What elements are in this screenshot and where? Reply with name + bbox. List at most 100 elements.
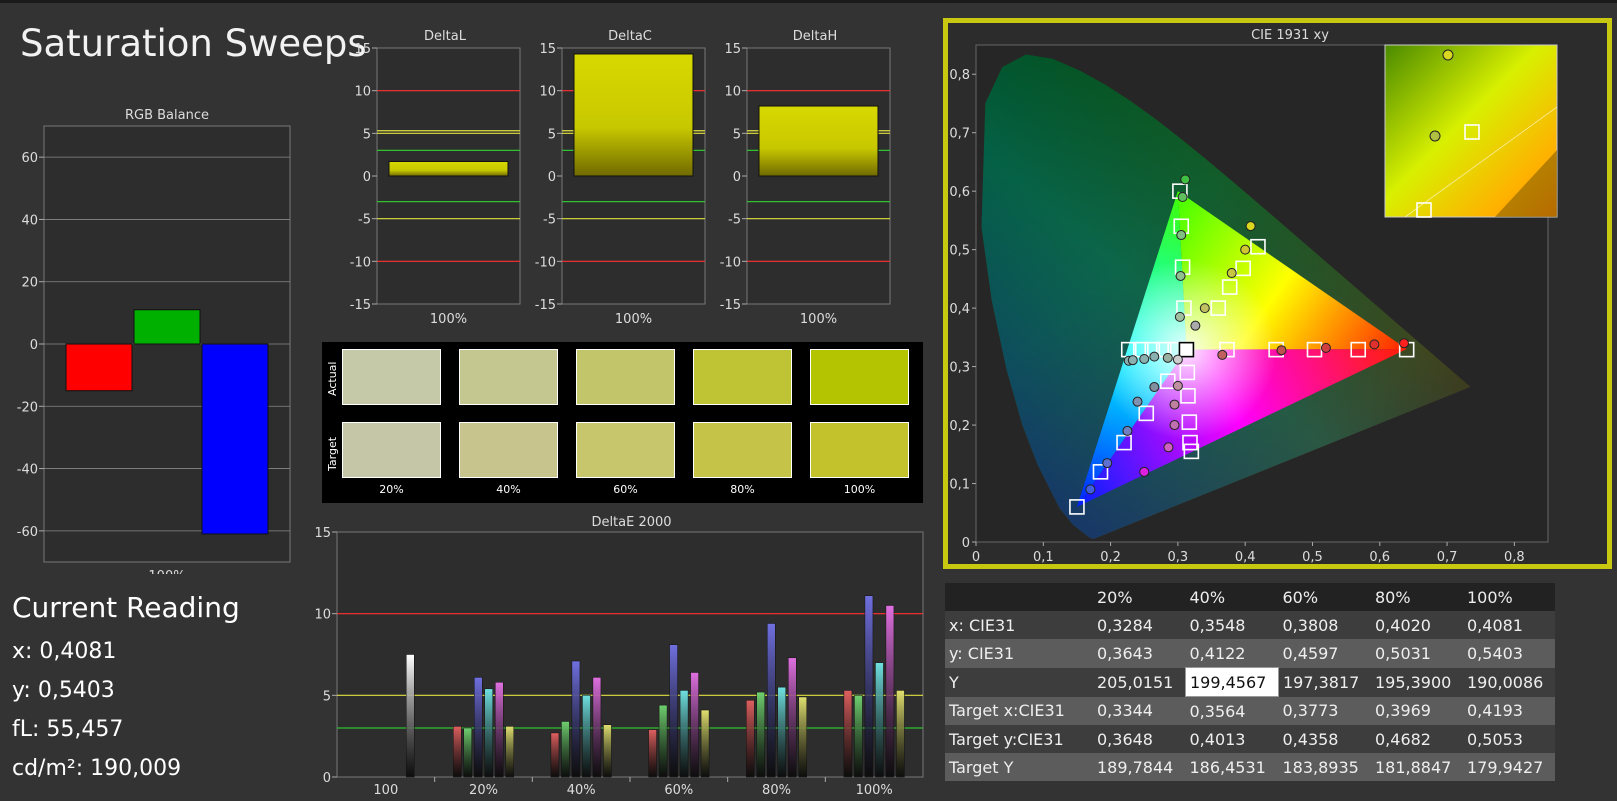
table-row: Target y:CIE31 0,3648 0,4013 0,4358 0,4682 0,… <box>945 725 1555 753</box>
table-cell[interactable]: 0,3773 <box>1278 696 1371 725</box>
rgb-y-tick: 40 <box>21 213 38 228</box>
deltaL-y-tick: 15 <box>354 42 371 57</box>
measured-point <box>1320 342 1331 353</box>
table-cell[interactable]: 0,4081 <box>1463 611 1555 639</box>
table-cell[interactable]: 183,8935 <box>1278 753 1371 781</box>
deltaH-y-tick: -15 <box>720 298 741 313</box>
table-cell[interactable]: 0,3648 <box>1093 725 1186 753</box>
deltaC-x-tick: 100% <box>615 312 652 327</box>
table-cell[interactable]: 0,3808 <box>1278 611 1371 639</box>
measured-point <box>1127 355 1138 366</box>
deltaE-bar-y <box>700 709 710 778</box>
table-cell[interactable]: Target y:CIE31 <box>945 725 1093 753</box>
deltaC-y-tick: 5 <box>548 127 556 142</box>
rgb-bar-r <box>65 343 133 392</box>
rgb-balance-chart: 60 40 20 0 -20 -40 -60 100% <box>17 125 291 574</box>
table-cell[interactable]: 0,3643 <box>1093 639 1186 668</box>
table-cell[interactable]: 205,0151 <box>1093 667 1186 697</box>
table-cell[interactable]: 0,3548 <box>1185 611 1279 639</box>
table-row: Y 205,0151 199,4567 197,3817 195,3900 190,008… <box>945 667 1555 697</box>
deltaE-bar-b <box>767 623 776 778</box>
measured-point <box>1149 382 1160 393</box>
deltaL-y-tick: 10 <box>354 85 371 100</box>
current-reading-heading: Current Reading <box>12 591 240 624</box>
cie-x-tick: 0,5 <box>1302 550 1323 564</box>
measured-point <box>1132 396 1143 407</box>
page-title: Saturation Sweeps <box>20 22 367 65</box>
table-cell[interactable]: 0,5403 <box>1463 639 1555 668</box>
rgb-y-tick: -60 <box>17 525 38 540</box>
measured-point <box>1085 484 1096 495</box>
deltaE-bar-r <box>843 690 853 778</box>
deltaL-x-tick: 100% <box>430 312 467 327</box>
table-cell[interactable]: 0,3344 <box>1093 696 1186 725</box>
white-target-square <box>1178 341 1195 358</box>
table-cell[interactable]: 0,4597 <box>1278 639 1371 668</box>
deltaE-y-tick: 5 <box>323 689 331 704</box>
table-cell[interactable]: 181,8847 <box>1371 753 1463 781</box>
actual-swatch <box>693 349 792 405</box>
table-cell[interactable]: 179,9427 <box>1463 753 1555 781</box>
deltaC-bar <box>573 53 694 177</box>
deltaE-x-tick: 100 <box>373 783 398 798</box>
table-cell[interactable]: Y <box>945 667 1093 697</box>
cie-zoom-inset <box>1384 44 1558 218</box>
cie-x-tick: 0 <box>972 550 980 564</box>
measured-point <box>1172 380 1183 391</box>
actual-swatch <box>810 349 909 405</box>
table-cell[interactable]: Target x:CIE31 <box>945 696 1093 725</box>
table-cell[interactable]: 0,5031 <box>1371 639 1463 668</box>
deltaE-y-tick: 15 <box>314 527 331 541</box>
table-cell[interactable]: x: CIE31 <box>945 611 1093 639</box>
table-cell[interactable]: Target Y <box>945 753 1093 781</box>
measured-point <box>1180 174 1191 185</box>
table-cell[interactable]: 189,7844 <box>1093 753 1186 781</box>
deltaE-y-tick: 0 <box>323 771 331 786</box>
measured-point <box>1398 338 1409 349</box>
deltaL-y-tick: -15 <box>350 298 371 313</box>
table-cell[interactable]: 0,4193 <box>1463 696 1555 725</box>
deltaE-bar-m <box>495 682 504 778</box>
measured-point <box>1177 192 1188 203</box>
table-cell[interactable]: 186,4531 <box>1185 753 1279 781</box>
actual-swatch <box>459 349 558 405</box>
deltaE-bar-g <box>658 704 668 778</box>
table-cell[interactable]: 0,4122 <box>1185 639 1279 668</box>
table-cell[interactable]: 0,4358 <box>1278 725 1371 753</box>
table-header-cell: 20% <box>1093 583 1186 611</box>
reading-fl: fL: 55,457 <box>12 717 124 742</box>
table-header-cell: 40% <box>1185 583 1279 611</box>
measured-point <box>1226 268 1237 279</box>
table-cell[interactable]: 0,4020 <box>1371 611 1463 639</box>
table-header-cell <box>945 583 1093 611</box>
table-header-cell: 100% <box>1463 583 1555 611</box>
target-swatch <box>810 422 909 478</box>
measured-point <box>1199 303 1210 314</box>
deltaH-y-tick: 15 <box>724 42 741 57</box>
deltaH-chart: 15 10 5 0 -5 -10 -15 100% <box>720 42 891 327</box>
table-cell[interactable]: 190,0086 <box>1463 667 1555 697</box>
deltaE-bar-w <box>406 654 415 778</box>
table-cell[interactable]: 0,4682 <box>1371 725 1463 753</box>
table-cell[interactable]: 199,4567 <box>1185 667 1279 697</box>
deltaL-bar <box>388 160 509 177</box>
table-row: Target Y 189,7844 186,4531 183,8935 181,8847… <box>945 753 1555 781</box>
cie-y-tick: 0,8 <box>949 68 970 83</box>
cie-y-tick: 0,4 <box>949 302 970 317</box>
deltaE-bar-c <box>484 688 493 778</box>
deltaE-bar-m <box>885 605 895 778</box>
inset-measured-point <box>1442 49 1454 61</box>
cie-y-tick: 0,7 <box>949 127 970 142</box>
deltaC-y-tick: -5 <box>543 213 556 228</box>
table-cell[interactable]: 197,3817 <box>1278 667 1371 697</box>
deltaE-y-tick: 10 <box>314 608 331 623</box>
table-cell[interactable]: y: CIE31 <box>945 639 1093 668</box>
table-cell[interactable]: 0,3564 <box>1185 696 1279 725</box>
table-cell[interactable]: 195,3900 <box>1371 667 1463 697</box>
table-cell[interactable]: 0,3969 <box>1371 696 1463 725</box>
deltaE-bar-r <box>550 732 560 778</box>
table-cell[interactable]: 0,3284 <box>1093 611 1186 639</box>
table-cell[interactable]: 0,5053 <box>1463 725 1555 753</box>
table-cell[interactable]: 0,4013 <box>1185 725 1279 753</box>
measured-point <box>1149 351 1160 362</box>
